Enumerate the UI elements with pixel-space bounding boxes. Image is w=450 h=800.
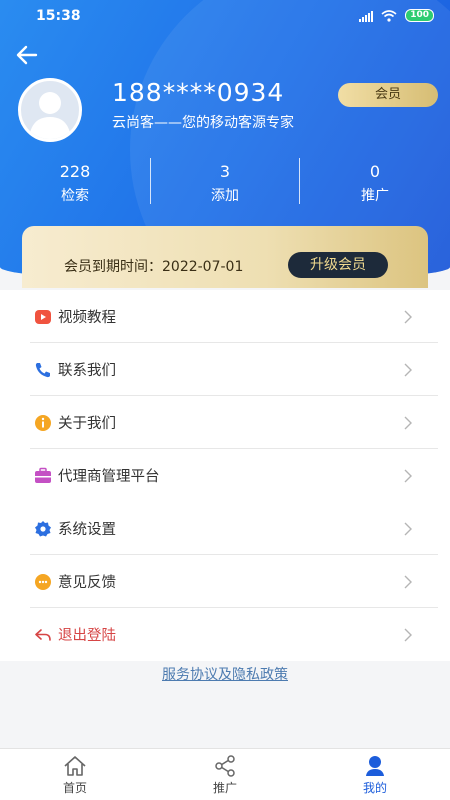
- vip-expire-date: 会员到期时间：2022-07-01: [64, 259, 244, 275]
- stat-add[interactable]: 3 添加: [150, 158, 300, 208]
- menu-item-agent-platform[interactable]: 代理商管理平台: [0, 449, 450, 502]
- agent-icon: [35, 467, 51, 483]
- menu-label: 退出登陆: [58, 628, 116, 644]
- video-icon: [35, 309, 51, 324]
- wifi-icon: [381, 9, 397, 22]
- tab-label: 我的: [362, 781, 387, 795]
- stat-divider: [299, 158, 300, 204]
- tab-home[interactable]: 首页: [0, 749, 150, 800]
- user-phone: 188****0934: [112, 78, 285, 107]
- menu-item-video-tutorial[interactable]: 视频教程: [0, 290, 450, 343]
- feedback-icon: [35, 573, 51, 590]
- stat-label: 推广: [361, 188, 389, 204]
- home-icon: [64, 756, 86, 776]
- stat-value: 0: [369, 162, 381, 181]
- info-icon: [35, 414, 51, 431]
- phone-icon: [35, 362, 50, 377]
- share-icon: [215, 755, 235, 777]
- stat-value: 228: [59, 162, 91, 181]
- chevron-right-icon: [404, 363, 412, 377]
- settings-icon: [35, 520, 51, 536]
- stat-promote[interactable]: 0 推广: [300, 158, 450, 208]
- stat-value: 3: [219, 162, 231, 181]
- user-avatar-icon: [29, 92, 71, 139]
- tab-promote[interactable]: 推广: [150, 749, 300, 800]
- status-time: 15:38: [36, 8, 81, 24]
- menu-label: 系统设置: [58, 522, 116, 538]
- menu-label: 联系我们: [58, 363, 116, 379]
- stat-label: 检索: [61, 188, 89, 204]
- menu-group-info: 联系我们 关于我们 代理商管理平台: [0, 343, 450, 502]
- chevron-right-icon: [404, 310, 412, 324]
- chevron-right-icon: [404, 575, 412, 589]
- chevron-right-icon: [404, 469, 412, 483]
- signal-icon: [359, 10, 374, 22]
- member-badge[interactable]: 会员: [338, 83, 438, 107]
- bottom-tab-bar: 首页 推广 我的: [0, 748, 450, 800]
- chevron-right-icon: [404, 522, 412, 536]
- menu-item-contact-us[interactable]: 联系我们: [0, 343, 450, 396]
- app-slogan: 云尚客——您的移动客源专家: [112, 115, 294, 131]
- upgrade-member-button[interactable]: 升级会员: [288, 252, 388, 278]
- menu-group-tutorial: 视频教程: [0, 290, 450, 343]
- vip-card: 会员到期时间：2022-07-01 升级会员: [22, 226, 428, 288]
- stats-row: 228 检索 3 添加 0 推广: [0, 158, 450, 208]
- tab-label: 首页: [62, 781, 87, 795]
- menu-label: 视频教程: [58, 310, 116, 326]
- logout-icon: [35, 628, 51, 641]
- menu-item-about-us[interactable]: 关于我们: [0, 396, 450, 449]
- tab-mine[interactable]: 我的: [300, 749, 450, 800]
- menu-item-feedback[interactable]: 意见反馈: [0, 555, 450, 608]
- battery-icon: 100: [405, 9, 434, 22]
- user-icon: [366, 756, 384, 776]
- menu-item-logout[interactable]: 退出登陆: [0, 608, 450, 661]
- avatar[interactable]: [18, 78, 82, 142]
- status-bar: 15:38 100: [0, 0, 450, 32]
- chevron-right-icon: [404, 416, 412, 430]
- stat-divider: [150, 158, 151, 204]
- back-arrow-icon[interactable]: [14, 42, 40, 68]
- privacy-policy-link[interactable]: 服务协议及隐私政策: [0, 664, 450, 684]
- tab-label: 推广: [212, 781, 237, 795]
- menu-group-settings: 系统设置 意见反馈 退出登陆: [0, 502, 450, 661]
- menu-label: 代理商管理平台: [58, 469, 160, 485]
- stat-label: 添加: [211, 188, 239, 204]
- chevron-right-icon: [404, 628, 412, 642]
- menu-label: 意见反馈: [58, 575, 116, 591]
- menu-item-system-settings[interactable]: 系统设置: [0, 502, 450, 555]
- menu-label: 关于我们: [58, 416, 116, 432]
- stat-search[interactable]: 228 检索: [0, 158, 150, 208]
